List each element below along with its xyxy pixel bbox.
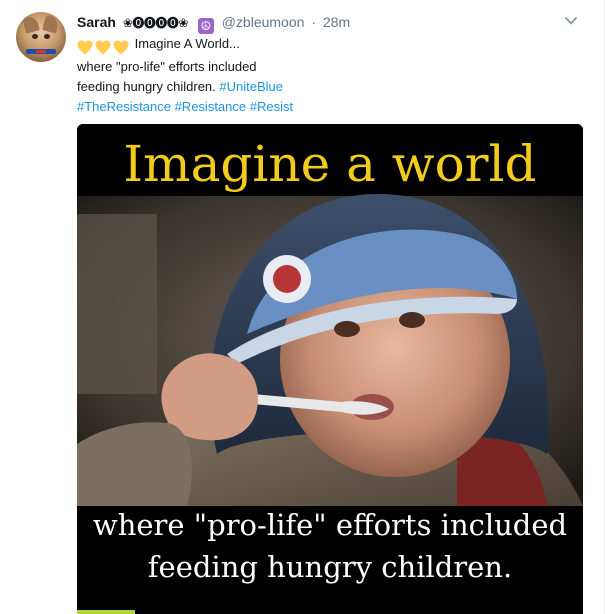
- avatar-ear: [42, 14, 60, 34]
- tweet-line-4: #TheResistance #Resistance #Resist: [77, 97, 293, 117]
- avatar-eye: [44, 34, 50, 39]
- heart-emojis: [77, 37, 131, 57]
- tweet-header: Sarah ❀⓿⓿⓿⓿❀ ☮ @zbleumoon · 28m: [77, 13, 350, 34]
- tweet-media-image[interactable]: Imagine a world where "pro-life" efforts…: [77, 124, 583, 614]
- avatar[interactable]: [16, 12, 66, 62]
- image-caption-bottom-line2: feeding hungry children.: [147, 550, 513, 584]
- yellow-heart-icon: [113, 40, 129, 55]
- author-handle[interactable]: @zbleumoon: [222, 14, 305, 30]
- tweet-text: Imagine A World... where "pro-life" effo…: [77, 34, 293, 117]
- author-name[interactable]: Sarah: [77, 14, 116, 30]
- hashtag-uniteblue[interactable]: #UniteBlue: [219, 79, 283, 94]
- tweet-timestamp[interactable]: 28m: [323, 14, 350, 30]
- tweet-text-line1: Imagine A World...: [134, 36, 240, 51]
- hashtag-theresistance[interactable]: #TheResistance: [77, 99, 171, 114]
- peace-symbol-icon: ☮: [197, 18, 214, 34]
- media-progress-indicator: [77, 610, 135, 614]
- hashtag-resistance[interactable]: #Resistance: [175, 99, 247, 114]
- avatar-eye: [32, 34, 38, 39]
- avatar-flag: [26, 49, 56, 54]
- avatar-ear: [22, 14, 40, 34]
- image-caption-bottom: where "pro-life" efforts included feedin…: [77, 504, 583, 588]
- tweet-text-line3: feeding hungry children.: [77, 79, 220, 94]
- tweet-line-3: feeding hungry children. #UniteBlue: [77, 77, 293, 97]
- tweet-text-line2: where "pro-life" efforts included: [77, 59, 257, 74]
- yellow-heart-icon: [77, 40, 93, 55]
- image-caption-bottom-line1: where "pro-life" efforts included: [92, 508, 568, 542]
- image-caption-top: Imagine a world: [123, 135, 537, 193]
- chevron-down-icon[interactable]: [564, 14, 578, 28]
- separator-dot: ·: [311, 14, 316, 30]
- tweet-line-1: Imagine A World...: [77, 34, 293, 57]
- tweet-card[interactable]: Sarah ❀⓿⓿⓿⓿❀ ☮ @zbleumoon · 28m Imagine …: [0, 0, 605, 614]
- author-name-icons: ❀⓿⓿⓿⓿❀: [122, 16, 189, 30]
- yellow-heart-icon: [95, 40, 111, 55]
- hashtag-resist[interactable]: #Resist: [250, 99, 293, 114]
